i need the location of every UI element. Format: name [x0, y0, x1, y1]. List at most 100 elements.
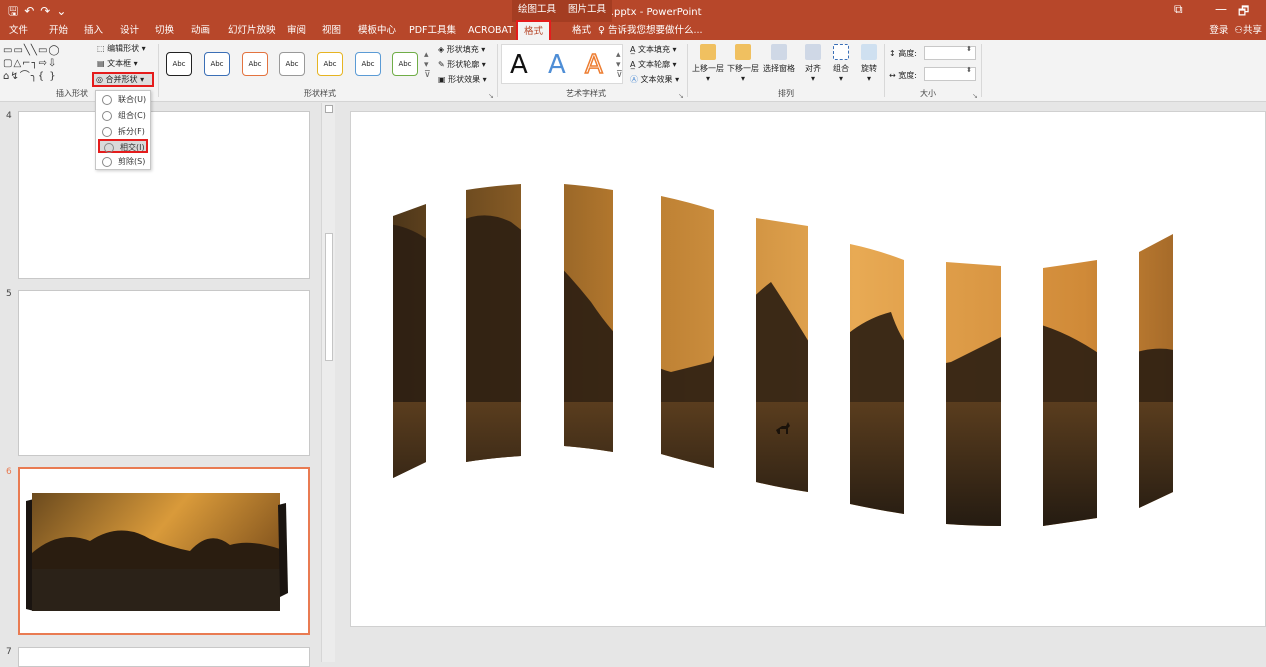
wordart-black[interactable]: A: [510, 50, 528, 80]
text-outline-icon: A̲: [630, 60, 639, 69]
text-outline-button[interactable]: A̲ 文本轮廓 ▾: [630, 59, 677, 70]
edit-shape-button[interactable]: ⬚ 编辑形状 ▾: [97, 43, 146, 54]
merge-union-item[interactable]: 联合(U): [98, 93, 148, 107]
scroll-up-icon[interactable]: [325, 105, 333, 113]
group-divider: [687, 44, 688, 97]
slide-canvas[interactable]: [350, 111, 1266, 627]
combine-icon: [102, 111, 112, 121]
tab-slideshow[interactable]: 幻灯片放映: [228, 22, 276, 40]
tab-acrobat[interactable]: ACROBAT: [468, 22, 513, 40]
selection-pane-button[interactable]: 选择窗格: [762, 44, 796, 74]
group-divider: [158, 44, 159, 97]
context-drawing-tools: 绘图工具: [512, 0, 563, 22]
text-fill-icon: A̲: [630, 45, 639, 54]
text-effects-button[interactable]: Ⓐ 文本效果 ▾: [630, 74, 679, 85]
merge-fragment-item[interactable]: 拆分(F): [98, 125, 148, 139]
tab-home[interactable]: 开始: [49, 22, 68, 40]
tab-format-picture[interactable]: 格式: [572, 22, 591, 40]
title-bar: 🖫 ↶ ↷ ⌄ 演示文稿1.pptx - PowerPoint 绘图工具 图片工…: [0, 0, 1266, 22]
tab-animations[interactable]: 动画: [191, 22, 210, 40]
group-label-insert-shapes: 插入形状: [56, 89, 88, 98]
spinner-icon[interactable]: ⬍: [966, 45, 972, 53]
tab-file[interactable]: 文件: [9, 22, 28, 40]
wordart-blue[interactable]: A: [548, 50, 566, 80]
sliced-landscape-photo[interactable]: [351, 172, 1266, 542]
slide-number: 6: [6, 467, 12, 477]
slide-number: 4: [6, 111, 12, 121]
width-icon: ↔: [889, 71, 899, 80]
slide-number: 7: [6, 647, 12, 657]
merge-shapes-button[interactable]: ◎ 合并形状 ▾: [92, 72, 154, 87]
gallery-scroll-icon[interactable]: ▴ ▾ ⊽: [424, 50, 431, 80]
tab-view[interactable]: 视图: [322, 22, 341, 40]
text-box-icon: ▤: [97, 59, 108, 68]
thumbnail-scrollbar[interactable]: [321, 103, 335, 662]
merge-subtract-item[interactable]: 剪除(S): [98, 155, 148, 169]
shape-style-preset[interactable]: Abc: [317, 52, 343, 76]
tab-transitions[interactable]: 切换: [155, 22, 174, 40]
group-label-size: 大小: [920, 89, 936, 98]
shape-fill-button[interactable]: ◈ 形状填充 ▾: [438, 44, 485, 55]
slide-6-preview: [26, 493, 288, 611]
tab-review[interactable]: 审阅: [287, 22, 306, 40]
dialog-launcher-icon[interactable]: ↘: [678, 92, 684, 100]
text-fill-button[interactable]: A̲ 文本填充 ▾: [630, 44, 677, 55]
width-input[interactable]: ⬍: [924, 66, 976, 81]
tab-template-center[interactable]: 模板中心: [358, 22, 396, 40]
share-button[interactable]: 共享: [1243, 25, 1262, 36]
shape-gallery[interactable]: ▭▭╲╲▭◯ ▢△⌐┐⇨⇩ ⌂↯⌒╮{ }: [3, 44, 85, 84]
bring-forward-icon: [700, 44, 716, 60]
tell-me-search[interactable]: ♀ 告诉我您想要做什么...: [598, 22, 703, 40]
slide-thumbnail-4[interactable]: [18, 111, 310, 279]
group-label-arrange: 排列: [778, 89, 794, 98]
shape-style-preset[interactable]: Abc: [242, 52, 268, 76]
edit-shape-icon: ⬚: [97, 44, 108, 53]
spinner-icon[interactable]: ⬍: [966, 66, 972, 74]
slide-6-content: [351, 172, 1266, 542]
shape-style-preset[interactable]: Abc: [279, 52, 305, 76]
tab-format-drawing[interactable]: 格式: [516, 20, 552, 42]
text-effects-icon: Ⓐ: [630, 75, 641, 84]
shape-effects-button[interactable]: ▣ 形状效果 ▾: [438, 74, 487, 85]
group-divider: [884, 44, 885, 97]
person-icon: ⚇: [1234, 25, 1243, 36]
bring-forward-button[interactable]: 上移一层 ▾: [691, 44, 725, 83]
tab-design[interactable]: 设计: [120, 22, 139, 40]
tab-insert[interactable]: 插入: [84, 22, 103, 40]
shape-row: ▭▭╲╲▭◯: [3, 45, 61, 56]
context-picture-tools: 图片工具: [562, 0, 613, 22]
maximize-icon[interactable]: 🗗: [1238, 2, 1249, 23]
group-label-wordart: 艺术字样式: [566, 89, 606, 98]
merge-combine-item[interactable]: 组合(C): [98, 109, 148, 123]
slide-thumbnail-6[interactable]: [18, 467, 310, 635]
rotate-button[interactable]: 旋转 ▾: [852, 44, 886, 83]
scrollbar-thumb[interactable]: [325, 233, 333, 361]
text-box-button[interactable]: ▤ 文本框 ▾: [97, 58, 138, 69]
selection-pane-icon: [771, 44, 787, 60]
paint-bucket-icon: ◈: [438, 45, 447, 54]
shape-style-preset[interactable]: Abc: [392, 52, 418, 76]
fragment-icon: [102, 127, 112, 137]
subtract-icon: [102, 157, 112, 167]
shape-row: ⌂↯⌒╮{ }: [3, 71, 57, 82]
slide-thumbnail-5[interactable]: [18, 290, 310, 456]
tab-pdf-tools[interactable]: PDF工具集: [409, 22, 456, 40]
shape-style-preset[interactable]: Abc: [166, 52, 192, 76]
height-icon: ↕: [889, 49, 899, 58]
restore-icon[interactable]: ⧉: [1174, 2, 1183, 17]
shape-style-preset[interactable]: Abc: [355, 52, 381, 76]
height-input[interactable]: ⬍: [924, 45, 976, 60]
minimize-icon[interactable]: —: [1215, 2, 1227, 16]
intersect-icon: [104, 143, 114, 153]
login-link[interactable]: 登录: [1209, 25, 1228, 36]
wordart-scroll-icon[interactable]: ▴ ▾ ⊽: [616, 50, 623, 80]
wordart-orange-outline[interactable]: A: [584, 49, 603, 81]
shape-outline-button[interactable]: ✎ 形状轮廓 ▾: [438, 59, 486, 70]
slide-thumbnail-7[interactable]: [18, 647, 310, 667]
shape-style-preset[interactable]: Abc: [204, 52, 230, 76]
pen-icon: ✎: [438, 60, 448, 69]
send-backward-button[interactable]: 下移一层 ▾: [726, 44, 760, 83]
dialog-launcher-icon[interactable]: ↘: [488, 92, 494, 100]
merge-intersect-item[interactable]: 相交(I): [98, 139, 148, 153]
dialog-launcher-icon[interactable]: ↘: [972, 92, 978, 100]
